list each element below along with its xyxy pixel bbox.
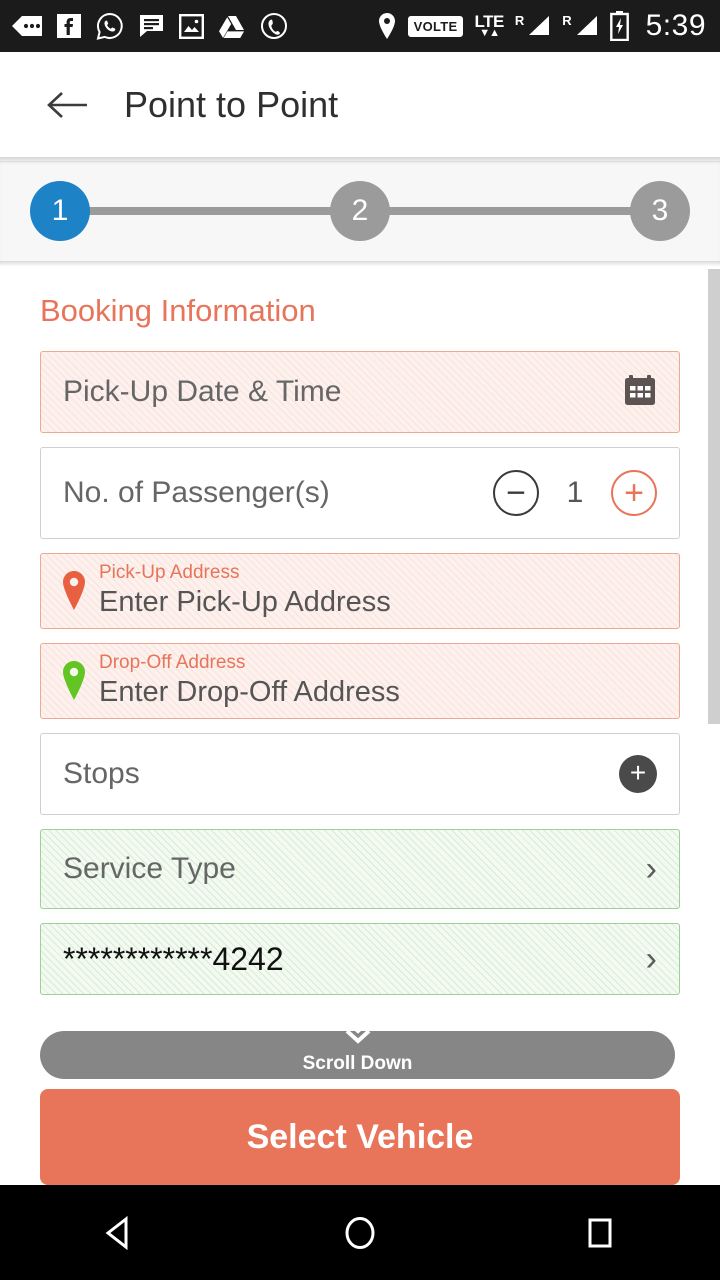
dropoff-address-field[interactable]: Drop-Off Address Enter Drop-Off Address bbox=[40, 643, 680, 719]
passengers-label: No. of Passenger(s) bbox=[63, 476, 330, 509]
whatsapp-icon bbox=[96, 12, 124, 40]
lte-arrows: ▼▲ bbox=[479, 27, 500, 39]
signal-bars-2-icon: R bbox=[562, 13, 598, 39]
roaming-label-2: R bbox=[562, 13, 572, 28]
facebook-icon bbox=[56, 13, 82, 39]
signal-bars-1-icon: R bbox=[515, 13, 551, 39]
calendar-icon[interactable] bbox=[623, 373, 657, 412]
chevron-double-down-icon bbox=[338, 1017, 378, 1047]
nav-home-icon[interactable] bbox=[315, 1198, 405, 1268]
passengers-field: No. of Passenger(s) − 1 + bbox=[40, 447, 680, 539]
phone-call-icon bbox=[260, 12, 288, 40]
bottom-action-bar: Scroll Down Select Vehicle bbox=[0, 1019, 720, 1185]
location-pin-icon bbox=[377, 12, 397, 40]
passenger-quantity-stepper: − 1 + bbox=[493, 470, 657, 516]
status-bar: VOLTE LTE ▼▲ R R 5:39 bbox=[0, 0, 720, 52]
pickup-address-label: Pick-Up Address bbox=[99, 561, 240, 583]
pickup-address-field[interactable]: Pick-Up Address Enter Pick-Up Address bbox=[40, 553, 680, 629]
clock-time: 5:39 bbox=[645, 9, 706, 42]
pickup-datetime-field[interactable]: Pick-Up Date & Time bbox=[40, 351, 680, 433]
back-arrow-icon[interactable] bbox=[46, 89, 90, 121]
nav-recents-icon[interactable] bbox=[555, 1198, 645, 1268]
gallery-photo-icon bbox=[179, 13, 204, 39]
lte-data-icon: LTE ▼▲ bbox=[474, 13, 504, 39]
passengers-value: 1 bbox=[566, 476, 584, 509]
add-stop-button[interactable]: + bbox=[619, 755, 657, 793]
stepper-step-1[interactable]: 1 bbox=[30, 181, 90, 241]
dropoff-address-body: Drop-Off Address Enter Drop-Off Address bbox=[99, 652, 657, 710]
stepper-step-2[interactable]: 2 bbox=[330, 181, 390, 241]
passengers-decrement-button[interactable]: − bbox=[493, 470, 539, 516]
nav-back-icon[interactable] bbox=[75, 1198, 165, 1268]
roaming-label-1: R bbox=[514, 13, 525, 28]
pickup-location-pin-icon bbox=[57, 570, 91, 612]
dropoff-address-label: Drop-Off Address bbox=[99, 651, 246, 673]
more-dots-icon bbox=[12, 14, 42, 38]
app-bar: Point to Point bbox=[0, 52, 720, 157]
passengers-increment-button[interactable]: + bbox=[611, 470, 657, 516]
battery-charging-icon bbox=[609, 11, 629, 41]
select-vehicle-button[interactable]: Select Vehicle bbox=[40, 1089, 680, 1185]
section-title-booking-information: Booking Information bbox=[40, 293, 316, 328]
scroll-down-hint[interactable]: Scroll Down bbox=[40, 1019, 675, 1079]
android-navigation-bar bbox=[0, 1185, 720, 1280]
status-bar-notifications bbox=[12, 12, 288, 40]
booking-form-scroll-area[interactable]: Booking Information Pick-Up Date & Time bbox=[0, 267, 720, 1029]
pickup-address-body: Pick-Up Address Enter Pick-Up Address bbox=[99, 562, 657, 620]
sms-message-icon bbox=[138, 13, 165, 39]
chevron-right-icon[interactable]: › bbox=[646, 942, 657, 976]
form-scrollbar-thumb[interactable] bbox=[708, 269, 720, 724]
status-bar-system: VOLTE LTE ▼▲ R R 5:39 bbox=[377, 9, 706, 43]
dropoff-location-pin-icon bbox=[57, 660, 91, 702]
google-drive-icon bbox=[218, 13, 246, 39]
stepper-step-3[interactable]: 3 bbox=[630, 181, 690, 241]
progress-stepper: 1 2 3 bbox=[0, 161, 720, 261]
service-type-label: Service Type bbox=[63, 852, 236, 885]
pickup-datetime-placeholder: Pick-Up Date & Time bbox=[63, 375, 342, 408]
dropoff-address-placeholder: Enter Drop-Off Address bbox=[99, 675, 400, 708]
chevron-right-icon[interactable]: › bbox=[646, 852, 657, 886]
form-scrollbar[interactable] bbox=[708, 267, 720, 1029]
service-type-field[interactable]: Service Type › bbox=[40, 829, 680, 909]
stops-label: Stops bbox=[63, 757, 140, 790]
scroll-down-label: Scroll Down bbox=[302, 1053, 413, 1074]
volte-badge-icon: VOLTE bbox=[407, 15, 464, 37]
page-title: Point to Point bbox=[124, 83, 339, 125]
pickup-address-placeholder: Enter Pick-Up Address bbox=[99, 585, 391, 618]
stops-field[interactable]: Stops + bbox=[40, 733, 680, 815]
payment-card-number: ************4242 bbox=[63, 940, 284, 977]
payment-card-field[interactable]: ************4242 › bbox=[40, 923, 680, 995]
